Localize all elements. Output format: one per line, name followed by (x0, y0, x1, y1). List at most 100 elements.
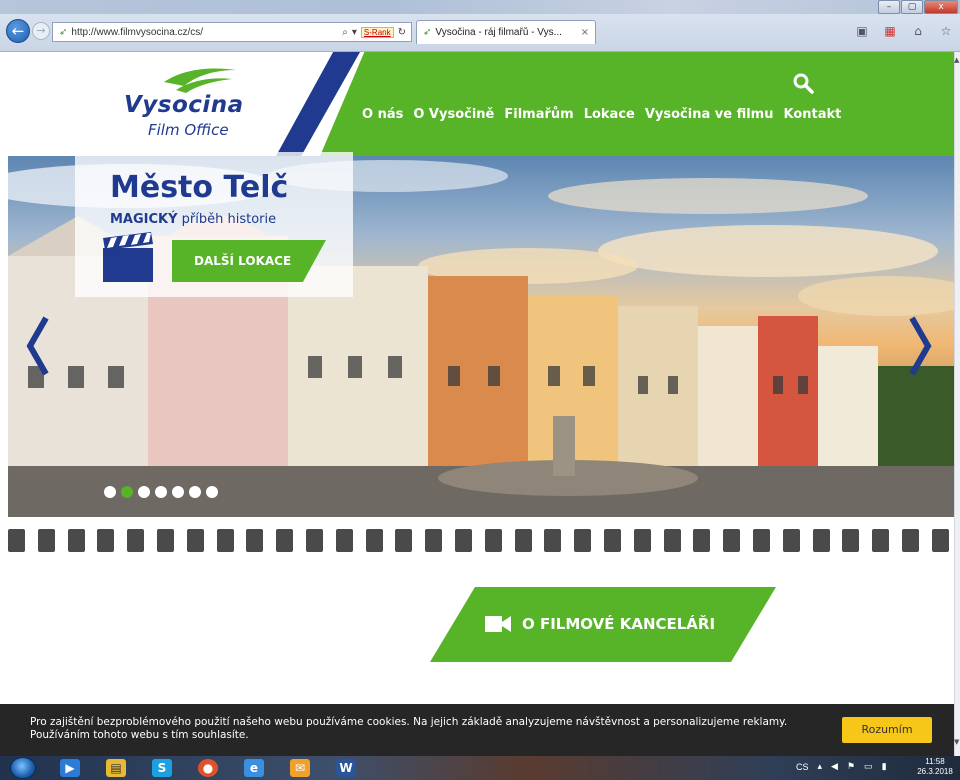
windows-explorer-icon[interactable]: ▶ (60, 759, 80, 777)
start-button[interactable] (10, 757, 36, 779)
slider-prev-arrow-icon[interactable] (26, 316, 50, 376)
film-frame (425, 529, 443, 552)
film-frame (723, 529, 741, 552)
film-frame (633, 529, 651, 552)
nav-lokace[interactable]: Lokace (584, 107, 635, 122)
logo-subtitle: Film Office (148, 121, 229, 139)
cookie-consent-bar: Pro zajištění bezproblémového použití na… (0, 704, 954, 756)
speaker-icon[interactable]: ◀ (831, 761, 838, 772)
nav-kontakt[interactable]: Kontakt (783, 107, 841, 122)
film-frame (246, 529, 264, 552)
slider-dot[interactable] (104, 486, 116, 498)
film-office-button[interactable]: O FILMOVÉ KANCELÁŘI (430, 587, 776, 662)
word-icon[interactable]: W (336, 759, 356, 777)
film-frame (484, 529, 502, 552)
film-frame (335, 529, 353, 552)
tray-expand-icon[interactable]: ▴ (818, 761, 823, 772)
film-frame (8, 529, 25, 552)
slider-dot[interactable] (172, 486, 184, 498)
next-location-button[interactable]: DALŠÍ LOKACE (172, 240, 326, 282)
film-frame (216, 529, 234, 552)
film-frame (872, 529, 890, 552)
film-frame (514, 529, 532, 552)
slide-title: Město Telč (110, 170, 289, 205)
site-logo[interactable]: Vysocina Film Office (120, 64, 260, 144)
flag-icon[interactable]: ⚑ (847, 761, 855, 772)
film-frame (663, 529, 681, 552)
film-frame (574, 529, 592, 552)
film-frame (782, 529, 800, 552)
film-frame (455, 529, 472, 552)
nav-o-vysocine[interactable]: O Vysočině (413, 107, 494, 122)
outlook-icon[interactable]: ▤ (106, 759, 126, 777)
clock-time: 11:58 (925, 757, 945, 766)
address-bar[interactable]: ➶ http://www.filmvysocina.cz/cs/ ⌕ ▾ S-R… (52, 22, 412, 42)
film-frame (365, 529, 383, 552)
forward-button[interactable]: → (32, 22, 50, 40)
film-office-label: O FILMOVÉ KANCELÁŘI (522, 615, 716, 633)
close-window-button[interactable]: x (924, 0, 958, 14)
search-icon[interactable] (792, 72, 814, 94)
home-icon[interactable]: ⌂ (910, 24, 926, 38)
film-frame (97, 529, 115, 552)
film-frame (544, 529, 562, 552)
skype-icon[interactable]: S (152, 759, 172, 777)
internet-explorer-icon[interactable]: e (244, 759, 264, 777)
arrow-right-icon: → (36, 24, 46, 37)
nav-vysocina-ve-filmu[interactable]: Vysočina ve filmu (645, 107, 774, 122)
cookie-accept-button[interactable]: Rozumím (842, 717, 932, 743)
scroll-up-icon[interactable]: ▲ (954, 56, 960, 64)
page-scrollbar[interactable] (954, 52, 960, 756)
film-frame (127, 529, 145, 552)
logo-swoosh-icon (164, 68, 236, 93)
slider-dot[interactable] (138, 486, 150, 498)
film-frame (276, 529, 294, 552)
reader-icon[interactable]: ▣ (854, 24, 870, 38)
film-frame (902, 529, 919, 552)
mail-icon[interactable]: ✉ (290, 759, 310, 777)
tab-close-icon[interactable]: × (581, 27, 595, 38)
scroll-down-icon[interactable]: ▼ (954, 738, 960, 746)
maximize-button[interactable]: ▢ (901, 0, 923, 14)
film-frame (753, 529, 770, 552)
slider-dot[interactable] (155, 486, 167, 498)
browser-toolbar-icons: ▣ ▦ ⌂ ☆ (854, 24, 954, 38)
film-frame (395, 529, 413, 552)
network-icon[interactable]: ▭ (864, 761, 873, 772)
film-frame (812, 529, 830, 552)
minimize-button[interactable]: – (878, 0, 900, 14)
slider-dot[interactable] (206, 486, 218, 498)
refresh-icon[interactable]: ↻ (398, 27, 406, 38)
addon-icon[interactable]: ▦ (882, 24, 898, 38)
search-icon[interactable]: ⌕ (342, 27, 348, 38)
video-camera-icon (485, 616, 511, 632)
nav-filmarum[interactable]: Filmařům (504, 107, 573, 122)
slider-next-arrow-icon[interactable] (908, 316, 932, 376)
back-button[interactable]: ← (6, 19, 30, 43)
main-navigation: O nás O Vysočině Filmařům Lokace Vysočin… (362, 107, 851, 122)
favorites-star-icon[interactable]: ☆ (938, 24, 954, 38)
taskbar-clock[interactable]: 11:58 26.3.2018 (912, 757, 958, 777)
dropdown-arrow-icon[interactable]: ▾ (352, 27, 357, 38)
film-frame (157, 529, 174, 552)
film-strip-divider (0, 520, 954, 564)
srank-button[interactable]: S-Rank (360, 26, 394, 38)
nav-o-nas[interactable]: O nás (362, 107, 403, 122)
slider-dot-active[interactable] (121, 486, 133, 498)
cookie-message: Pro zajištění bezproblémového použití na… (30, 716, 788, 741)
tab-favicon: ➶ (423, 27, 432, 38)
battery-icon[interactable]: ▮ (882, 761, 887, 772)
language-indicator[interactable]: CS (796, 762, 809, 772)
clapperboard-icon (103, 232, 153, 282)
slider-dot[interactable] (189, 486, 201, 498)
header-green-band (320, 52, 954, 156)
browser-tab[interactable]: ➶ Vysočina - ráj filmařů - Vys... × (416, 20, 596, 44)
window-titlebar: – ▢ x (0, 0, 960, 14)
browser-chrome: – ▢ x ← → ➶ http://www.filmvysocina.cz/c… (0, 0, 960, 52)
film-frame (37, 529, 55, 552)
logo-title: Vysocina (124, 92, 244, 118)
chrome-icon[interactable]: ● (198, 759, 218, 777)
address-url[interactable]: http://www.filmvysocina.cz/cs/ (71, 27, 342, 38)
site-favicon: ➶ (59, 26, 68, 38)
window-controls: – ▢ x (877, 0, 958, 14)
